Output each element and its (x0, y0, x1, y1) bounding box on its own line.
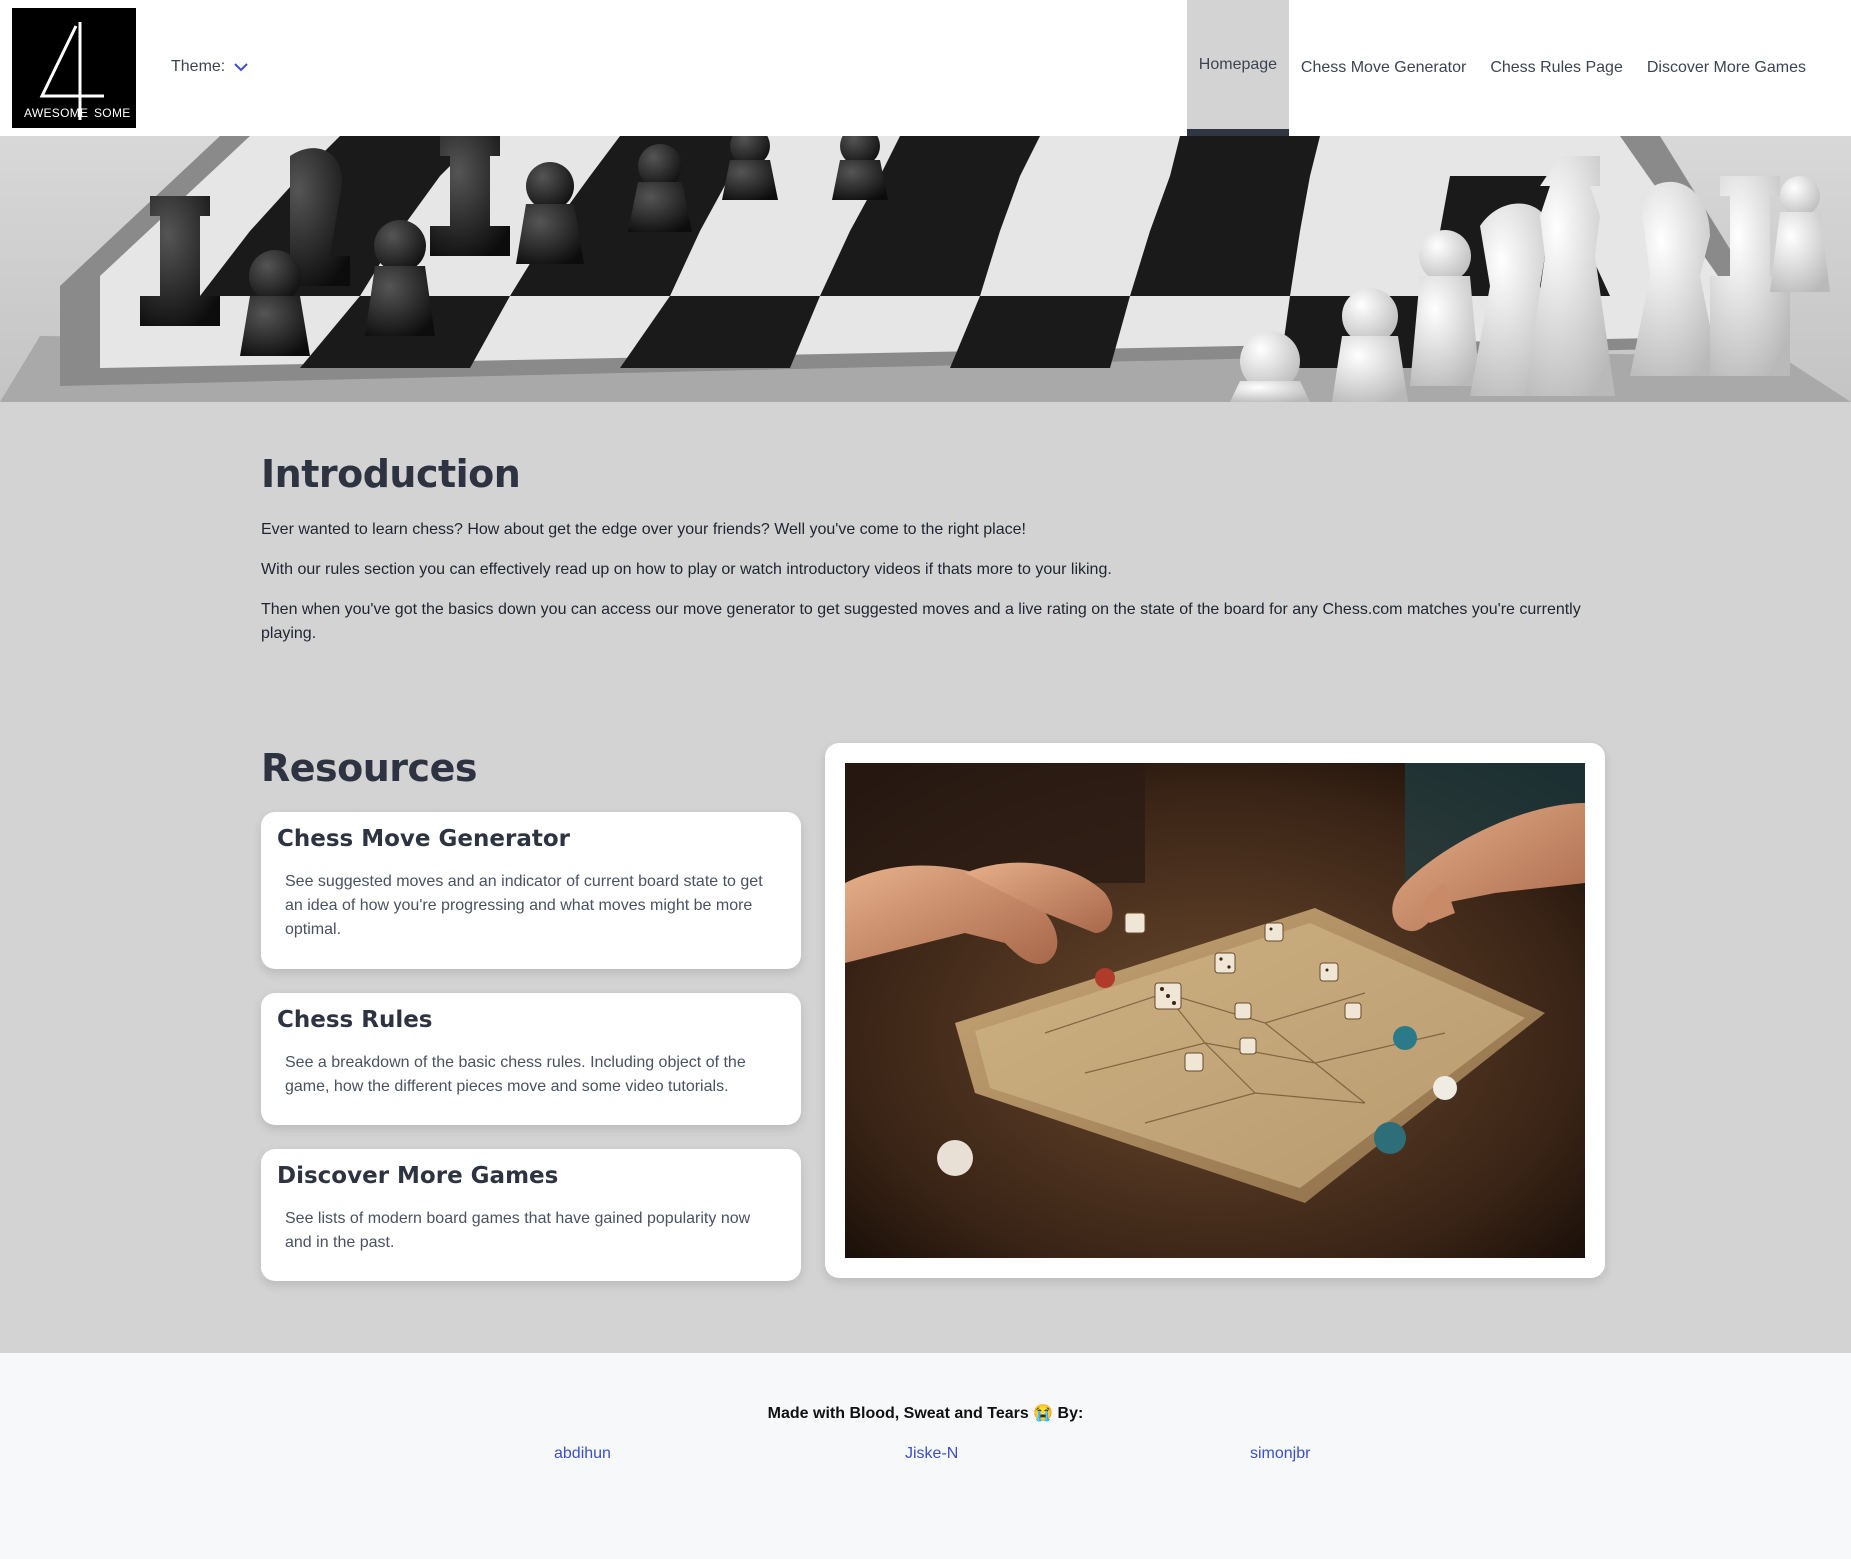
navbar: AWESOME SOME Theme: Homepage Chess Move … (0, 0, 1851, 136)
card-title: Discover More Games (277, 1163, 559, 1189)
card-description: See lists of modern board games that hav… (285, 1210, 751, 1251)
author-link-abdihun[interactable]: abdihun (554, 1445, 611, 1463)
logo-right-text: SOME (94, 106, 131, 120)
resource-card-discover-more-games[interactable]: Discover More Games See lists of modern … (261, 1149, 801, 1281)
nav-chess-rules-page[interactable]: Chess Rules Page (1478, 0, 1635, 136)
main-nav: Homepage Chess Move Generator Chess Rule… (1186, 0, 1851, 136)
card-description: See a breakdown of the basic chess rules… (285, 1054, 746, 1095)
resource-card-chess-rules[interactable]: Chess Rules See a breakdown of the basic… (261, 993, 801, 1125)
site-logo[interactable]: AWESOME SOME (12, 8, 136, 128)
footer: Made with Blood, Sweat and Tears 😭 By: a… (0, 1353, 1851, 1559)
card-title: Chess Move Generator (277, 826, 570, 852)
logo-left-text: AWESOME (24, 106, 89, 120)
theme-dropdown[interactable]: Theme: (171, 58, 249, 76)
card-title: Chess Rules (277, 1007, 433, 1033)
footer-credits-title: Made with Blood, Sweat and Tears 😭 By: (767, 1405, 1084, 1422)
author-link-simonjbr[interactable]: simonjbr (1250, 1445, 1310, 1463)
board-game-photo (845, 763, 1585, 1258)
introduction-title: Introduction (261, 452, 521, 496)
nav-discover-more-games[interactable]: Discover More Games (1635, 0, 1851, 136)
resources-title: Resources (261, 746, 477, 790)
card-description: See suggested moves and an indicator of … (285, 873, 763, 938)
resource-card-chess-move-generator[interactable]: Chess Move Generator See suggested moves… (261, 812, 801, 969)
author-link-jiske-n[interactable]: Jiske-N (905, 1445, 958, 1463)
hero-chessboard-image (0, 136, 1851, 402)
theme-label: Theme: (171, 58, 226, 75)
intro-paragraph-1: Ever wanted to learn chess? How about ge… (261, 521, 1026, 538)
nav-chess-move-generator[interactable]: Chess Move Generator (1289, 0, 1478, 136)
board-game-photo-frame (825, 743, 1605, 1278)
intro-paragraph-3: Then when you've got the basics down you… (261, 601, 1581, 642)
chevron-down-icon (234, 63, 248, 72)
introduction-section: Introduction Ever wanted to learn chess?… (261, 452, 1601, 646)
intro-paragraph-2: With our rules section you can effective… (261, 561, 1112, 578)
nav-homepage[interactable]: Homepage (1186, 0, 1289, 136)
